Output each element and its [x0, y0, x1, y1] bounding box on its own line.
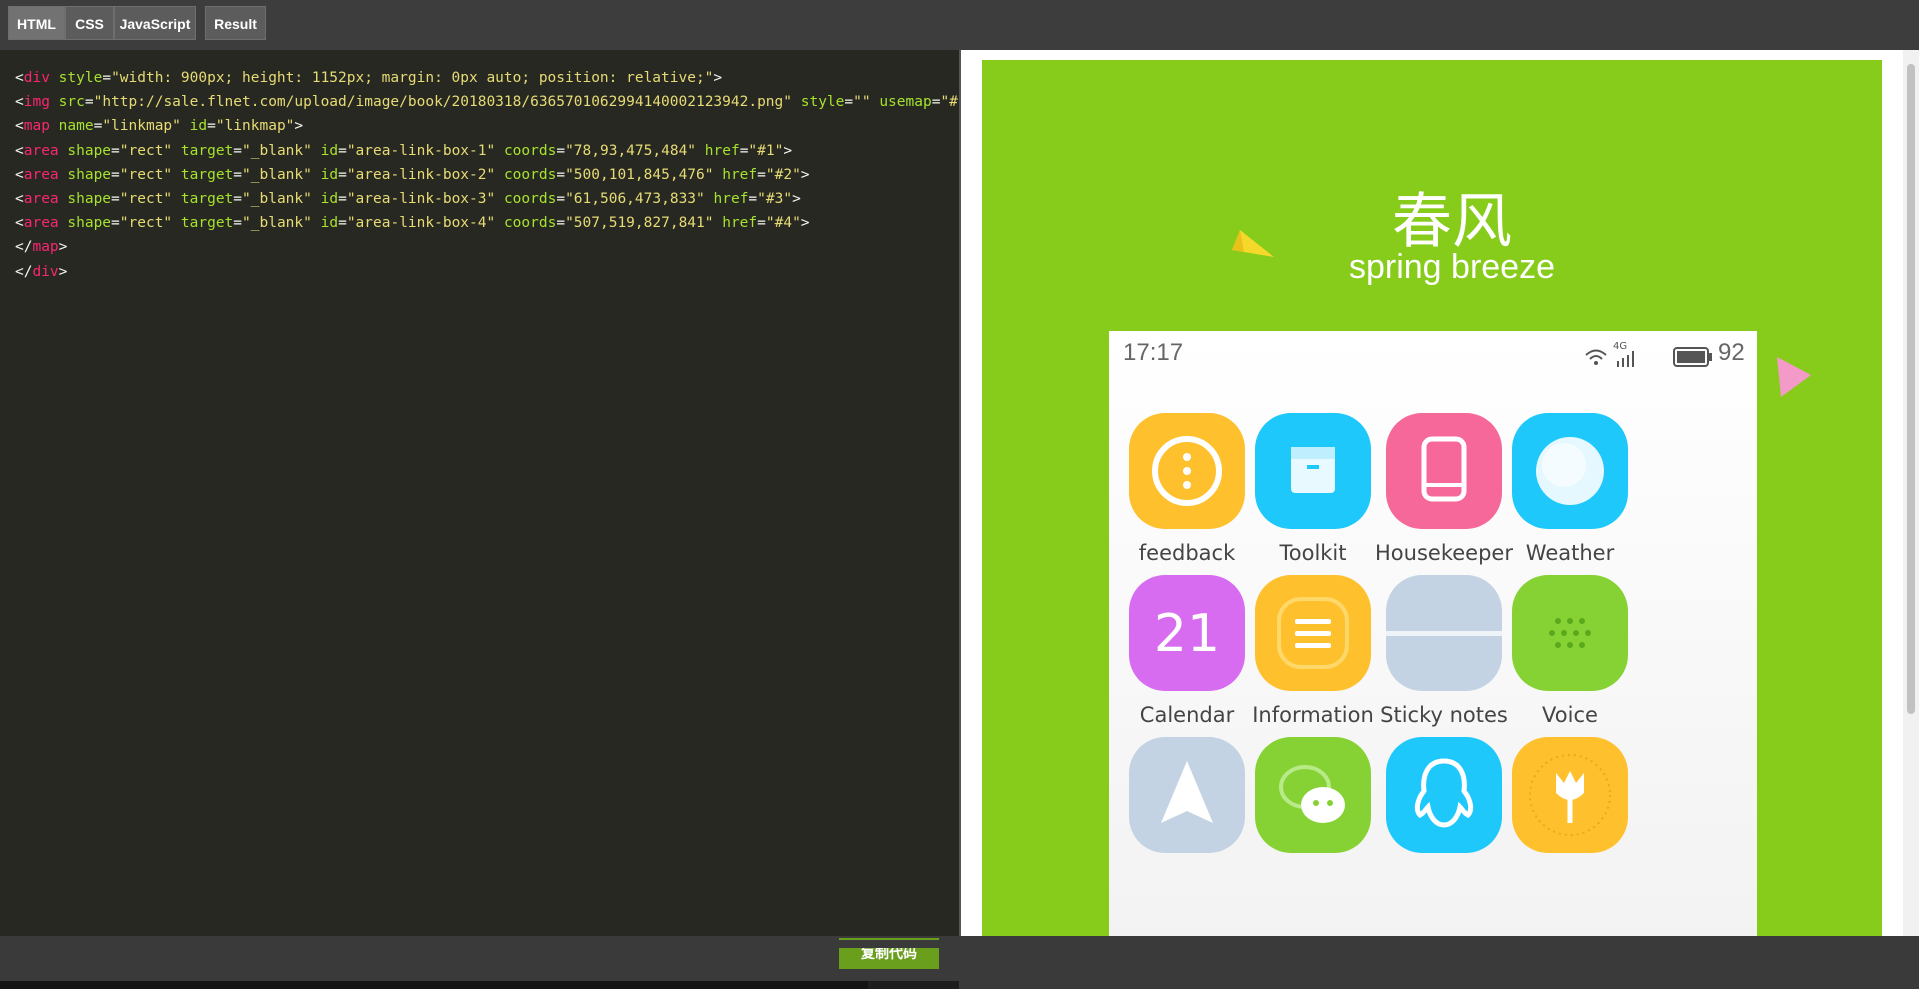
code-line: <area shape="rect" target="_blank" id="a… — [15, 215, 810, 232]
svg-text:21: 21 — [1154, 604, 1220, 664]
code-line: </map> — [15, 239, 68, 256]
app-toolkit[interactable]: Toolkit — [1238, 413, 1388, 565]
toolkit-icon[interactable] — [1255, 413, 1371, 529]
battery-icon — [1673, 347, 1712, 367]
paper-plane-pink-icon — [1777, 357, 1811, 397]
feedback-icon[interactable] — [1129, 413, 1245, 529]
voice-icon[interactable] — [1512, 575, 1628, 691]
tulip-icon[interactable] — [1512, 737, 1628, 853]
calendar-icon[interactable]: 21 — [1129, 575, 1245, 691]
qq-icon[interactable] — [1386, 737, 1502, 853]
app-wechat[interactable] — [1238, 737, 1388, 853]
code-line: <area shape="rect" target="_blank" id="a… — [15, 166, 810, 183]
tab-javascript[interactable]: JavaScript — [114, 6, 196, 40]
app-label: Voice — [1542, 703, 1598, 727]
title-chinese: 春风 — [1392, 187, 1512, 257]
information-icon[interactable] — [1255, 575, 1371, 691]
code-line: </div> — [15, 263, 68, 280]
tab-html[interactable]: HTML — [8, 6, 65, 40]
weather-icon[interactable] — [1512, 413, 1628, 529]
scrollbar-thumb[interactable] — [0, 981, 868, 989]
battery-level: 92 — [1718, 339, 1745, 366]
bottom-bar — [0, 940, 1919, 948]
spring-breeze-banner: 春风 spring breeze 17:17 4G 92 feedback To… — [982, 60, 1882, 936]
tab-result[interactable]: Result — [205, 6, 266, 40]
code-line: <div style="width: 900px; height: 1152px… — [15, 70, 723, 86]
app-tulip[interactable] — [1495, 737, 1645, 853]
code-text[interactable]: <div style="width: 900px; height: 1152px… — [15, 66, 959, 284]
app-label: Toolkit — [1279, 541, 1347, 565]
wifi-icon — [1585, 349, 1607, 365]
phone-screen: 17:17 4G 92 feedback Toolkit Housekeeper… — [1109, 331, 1757, 936]
code-editor[interactable]: <div style="width: 900px; height: 1152px… — [0, 50, 959, 989]
result-pane: 春风 spring breeze 17:17 4G 92 feedback To… — [961, 50, 1903, 936]
wechat-icon[interactable] — [1255, 737, 1371, 853]
app-label: Information — [1252, 703, 1374, 727]
app-label: Weather — [1525, 541, 1615, 565]
code-line: <img src="http://sale.flnet.com/upload/i… — [15, 94, 959, 111]
vertical-scrollbar[interactable] — [1903, 50, 1919, 936]
navigation-icon[interactable] — [1129, 737, 1245, 853]
app-weather[interactable]: Weather — [1495, 413, 1645, 565]
signal-icon — [1617, 351, 1634, 367]
code-line: <area shape="rect" target="_blank" id="a… — [15, 191, 801, 208]
scrollbar-thumb[interactable] — [1907, 64, 1915, 714]
code-line: <map name="linkmap" id="linkmap"> — [15, 118, 304, 135]
housekeeper-icon[interactable] — [1386, 413, 1502, 529]
title-english: spring breeze — [1348, 248, 1555, 286]
app-voice[interactable]: Voice — [1495, 575, 1645, 727]
sticky-notes-icon[interactable] — [1386, 575, 1502, 691]
toolbar: HTML CSS JavaScript Result — [0, 0, 1919, 50]
paper-plane-yellow-icon — [1232, 230, 1274, 257]
horizontal-scrollbar[interactable] — [0, 981, 959, 989]
code-line: <area shape="rect" target="_blank" id="a… — [15, 142, 793, 159]
app-information[interactable]: Information — [1238, 575, 1388, 727]
tab-css[interactable]: CSS — [65, 6, 114, 40]
status-time: 17:17 — [1123, 339, 1184, 366]
